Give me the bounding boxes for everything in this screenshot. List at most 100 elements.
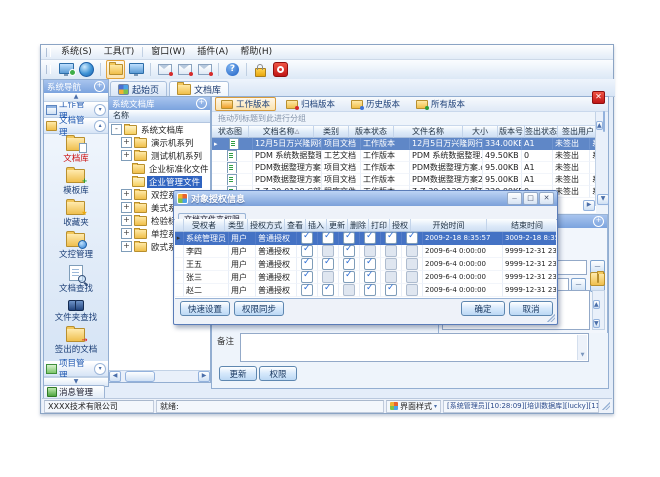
authorization-row[interactable]: 赵二用户普通授权2009-6-4 0:00:009999-12-31 23:59… (175, 284, 556, 297)
table-row[interactable]: PDM 系统数据整理检...工艺文档工作版本PDM 系统数据整理...49.50… (212, 150, 596, 162)
pin-icon[interactable] (94, 81, 105, 92)
menu-item[interactable]: 插件(A) (191, 46, 234, 59)
tree-node[interactable]: +测试机机系列 (109, 149, 210, 162)
tree-node[interactable]: 企业标准化文件 (109, 162, 210, 175)
sidebar-item-文档查找[interactable]: 文档查找 (59, 265, 93, 294)
dialog-titlebar[interactable]: 对象授权信息 (174, 191, 557, 206)
permission-checkbox[interactable] (322, 245, 334, 257)
permission-checkbox[interactable] (343, 232, 355, 244)
column-header[interactable]: 开始时间 (411, 219, 487, 232)
permission-checkbox[interactable] (322, 284, 334, 296)
column-header[interactable]: 文档名称 (249, 126, 314, 138)
permission-checkbox[interactable] (385, 271, 397, 283)
version-tab-所有版本[interactable]: 所有版本 (410, 97, 471, 111)
permission-button[interactable]: 权限 (259, 366, 297, 381)
window-icon[interactable] (128, 61, 145, 78)
message-manage-tab[interactable]: 消息管理 (43, 385, 105, 399)
permission-checkbox[interactable] (364, 271, 376, 283)
expand-icon[interactable]: + (121, 241, 132, 252)
permission-checkbox[interactable] (322, 271, 334, 283)
column-header[interactable]: 文件名称 (394, 126, 463, 138)
permission-checkbox[interactable] (322, 258, 334, 270)
message-manage-icon[interactable] (196, 61, 213, 78)
sidebar-item-文档库[interactable]: 文档库 (63, 137, 89, 164)
expand-icon[interactable]: + (121, 189, 132, 200)
close-icon[interactable] (592, 91, 605, 104)
column-header[interactable]: 签出状态 (525, 126, 558, 138)
remark-scrollbar[interactable] (577, 335, 587, 360)
tree-horizontal-scrollbar[interactable] (109, 370, 210, 382)
menubar-grip[interactable] (46, 48, 51, 57)
table-row[interactable]: PDM数据整理方案2.doc项目文档工作版本PDM数据整理方案2.doc95.0… (212, 174, 596, 186)
minimize-icon[interactable] (507, 192, 522, 205)
authorization-row[interactable]: 张三用户普通授权2009-6-4 0:00:009999-12-31 23:59… (175, 271, 556, 284)
column-header[interactable]: 版本状态 (349, 126, 394, 138)
sidebar-item-模板库[interactable]: 模板库 (63, 169, 89, 196)
nav-scroll-up[interactable] (44, 93, 108, 102)
resize-grip[interactable] (602, 402, 610, 410)
scroll-thumb[interactable] (603, 111, 605, 132)
permission-checkbox[interactable] (406, 284, 418, 296)
permission-checkbox[interactable] (364, 284, 376, 296)
column-header[interactable]: 授权方式 (248, 219, 285, 232)
permission-checkbox[interactable] (364, 245, 376, 257)
toolbar-grip[interactable] (46, 65, 51, 74)
ui-style-selector[interactable]: 界面样式 (386, 400, 441, 413)
table-scroll-right-icon[interactable] (583, 200, 595, 211)
permission-checkbox[interactable] (301, 258, 313, 270)
column-header[interactable]: 删除 (348, 219, 369, 232)
column-header[interactable]: 受权者 (184, 219, 225, 232)
permission-checkbox[interactable] (385, 232, 397, 244)
maximize-icon[interactable] (523, 192, 538, 205)
version-tab-历史版本[interactable]: 历史版本 (345, 97, 406, 111)
sidebar-item-文控管理[interactable]: 文控管理 (59, 233, 93, 260)
permission-checkbox[interactable] (406, 271, 418, 283)
message-receive-icon[interactable] (176, 61, 193, 78)
exit-icon[interactable] (272, 61, 289, 78)
ok-button[interactable]: 确定 (461, 301, 505, 316)
menu-item[interactable]: 窗口(W) (145, 46, 191, 59)
permission-checkbox[interactable] (385, 245, 397, 257)
collapse-icon[interactable]: - (111, 124, 122, 135)
tab-doc-library[interactable]: 文档库 (169, 81, 229, 96)
scroll-up-icon[interactable] (596, 121, 603, 130)
lock-icon[interactable] (252, 61, 269, 78)
permission-checkbox[interactable] (364, 258, 376, 270)
column-header[interactable]: 版本号 (498, 126, 525, 138)
menu-item[interactable]: 工具(T) (98, 46, 141, 59)
menu-item[interactable]: 帮助(H) (234, 46, 278, 59)
resize-grip[interactable] (547, 314, 555, 322)
table-row[interactable]: 12月5日万兴隆网行...项目文档工作版本12月5日万兴隆网行...334.00… (212, 138, 596, 150)
quick-setup-button[interactable]: 快速设置 (180, 301, 230, 316)
column-header[interactable]: 插入 (306, 219, 327, 232)
table-vertical-scrollbar[interactable] (595, 112, 608, 206)
permission-checkbox[interactable] (343, 258, 355, 270)
tree-node[interactable]: -系统文档库 (109, 123, 210, 136)
column-header[interactable]: 更新 (327, 219, 348, 232)
column-header[interactable]: 查看 (285, 219, 306, 232)
scroll-down-icon[interactable] (597, 194, 609, 205)
nav-group-文档管理[interactable]: 文档管理▴ (44, 118, 108, 134)
permission-checkbox[interactable] (406, 245, 418, 257)
update-button[interactable]: 更新 (219, 366, 257, 381)
permission-checkbox[interactable] (406, 232, 418, 244)
table-row[interactable]: PDM数据整理方案.doc项目文档工作版本PDM数据整理方案.doc95.00K… (212, 162, 596, 174)
expand-icon[interactable]: + (121, 228, 132, 239)
column-header[interactable]: 状态图 (212, 126, 249, 138)
permission-checkbox[interactable] (343, 245, 355, 257)
tab-start-page[interactable]: 起始页 (110, 81, 167, 96)
globe-icon[interactable] (78, 61, 95, 78)
permission-checkbox[interactable] (322, 232, 334, 244)
tree-node[interactable]: +演示机系列 (109, 136, 210, 149)
permission-checkbox[interactable] (301, 271, 313, 283)
permission-checkbox[interactable] (406, 258, 418, 270)
scroll-left-icon[interactable] (109, 371, 121, 382)
chevron-up-icon[interactable]: ▴ (94, 120, 106, 132)
authorization-row[interactable]: 李四用户普通授权2009-6-4 0:00:009999-12-31 23:59… (175, 245, 556, 258)
chevron-down-icon[interactable]: ▾ (94, 104, 106, 116)
message-send-icon[interactable] (156, 61, 173, 78)
browse-folder-icon[interactable] (590, 272, 605, 286)
close-icon[interactable] (539, 192, 554, 205)
version-tab-归档版本[interactable]: 归档版本 (280, 97, 341, 111)
column-header[interactable]: 签出用户 (558, 126, 596, 138)
